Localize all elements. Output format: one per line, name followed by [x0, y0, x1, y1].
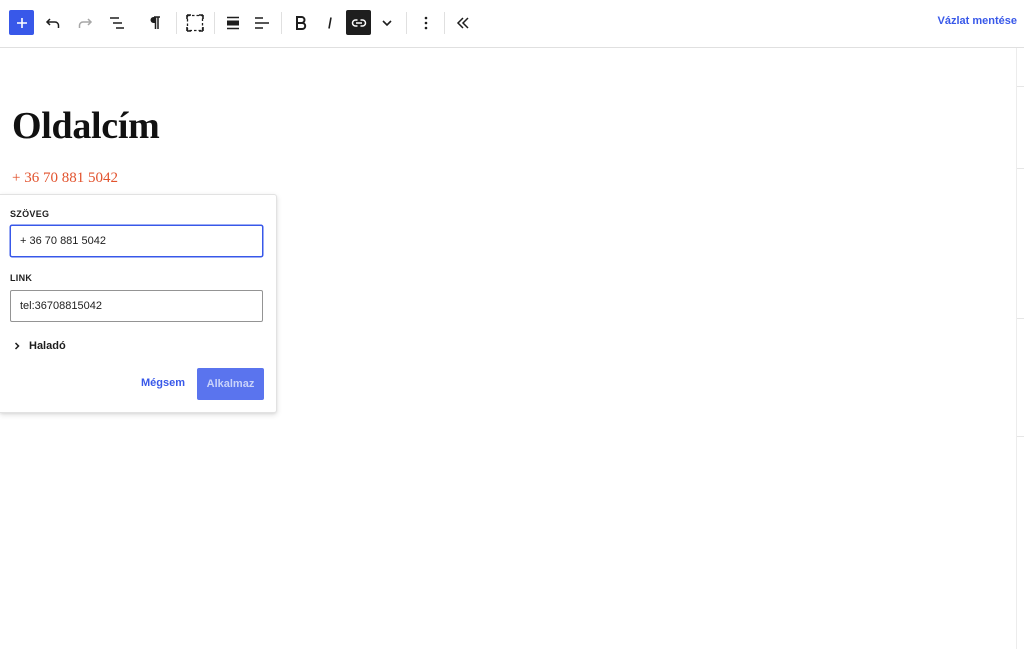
undo-button[interactable]: [40, 10, 66, 36]
link-text-input[interactable]: [10, 225, 263, 257]
chevron-down-icon: [382, 20, 392, 27]
bold-icon: [296, 16, 307, 30]
sidebar-divider: [1017, 436, 1024, 437]
sidebar-divider: [1017, 86, 1024, 87]
redo-button[interactable]: [72, 10, 98, 36]
toolbar-divider: [176, 12, 177, 34]
block-select-icon: [186, 14, 204, 32]
bold-button[interactable]: [288, 10, 314, 36]
link-url-input[interactable]: [10, 290, 263, 322]
advanced-label: Haladó: [29, 340, 66, 352]
more-formatting-button[interactable]: [374, 10, 400, 36]
list-view-button[interactable]: [104, 10, 130, 36]
block-alignment-button[interactable]: [220, 10, 246, 36]
block-options-button[interactable]: [413, 10, 439, 36]
sidebar-border: [1016, 48, 1017, 649]
list-view-icon: [110, 17, 124, 29]
add-block-button[interactable]: [9, 10, 34, 35]
paragraph-icon: [150, 16, 160, 29]
redo-icon: [78, 18, 93, 28]
page-title[interactable]: Oldalcím: [12, 104, 160, 148]
chevron-right-icon: [14, 342, 20, 350]
link-field-label: LINK: [10, 273, 33, 283]
toolbar-divider: [406, 12, 407, 34]
link-icon: [351, 18, 366, 27]
text-field-label: SZÖVEG: [10, 209, 50, 219]
toolbar-divider: [444, 12, 445, 34]
phone-link-text[interactable]: + 36 70 881 5042: [12, 170, 118, 187]
sidebar-divider: [1017, 168, 1024, 169]
advanced-toggle[interactable]: Haladó: [14, 339, 66, 353]
italic-icon: [328, 17, 332, 29]
collapse-toolbar-icon: [456, 17, 469, 29]
undo-icon: [45, 18, 60, 28]
italic-button[interactable]: [317, 10, 343, 36]
sidebar-divider: [1017, 318, 1024, 319]
apply-button[interactable]: Alkalmaz: [197, 368, 264, 400]
plus-icon: [16, 17, 27, 28]
align-left-icon: [255, 17, 269, 29]
align-icon: [227, 16, 239, 30]
collapse-toolbar-button[interactable]: [450, 10, 476, 36]
paragraph-block-button[interactable]: [142, 10, 168, 36]
link-button[interactable]: [346, 10, 371, 35]
save-draft-button[interactable]: Vázlat mentése: [938, 15, 1017, 27]
toolbar-divider: [214, 12, 215, 34]
cancel-button[interactable]: Mégsem: [141, 377, 185, 389]
toolbar-divider: [281, 12, 282, 34]
more-options-icon: [424, 16, 428, 30]
text-align-button[interactable]: [249, 10, 275, 36]
select-parent-block-button[interactable]: [182, 10, 208, 36]
editor-toolbar: Vázlat mentése: [0, 0, 1024, 48]
